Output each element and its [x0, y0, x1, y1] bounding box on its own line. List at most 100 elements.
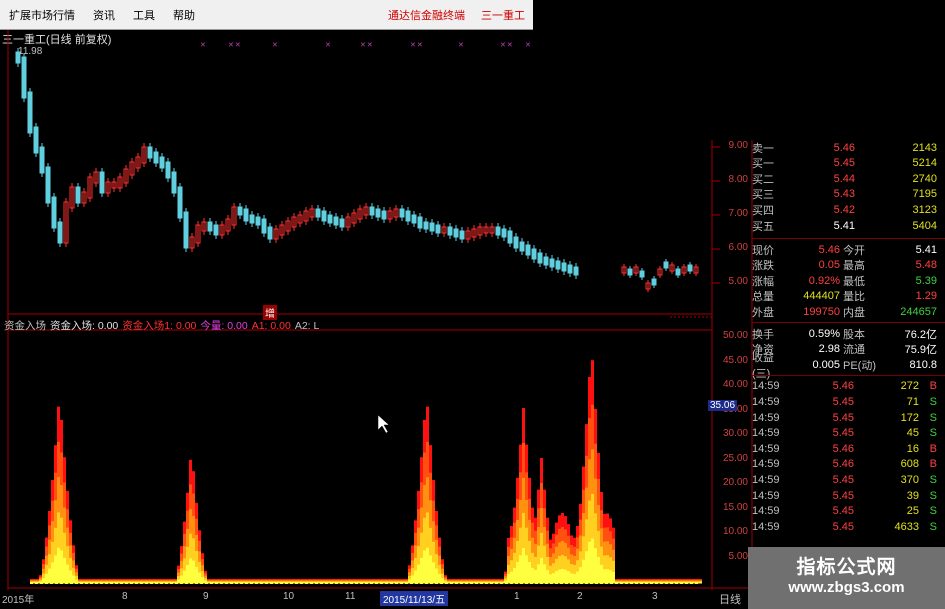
inflow-bar-segment	[183, 546, 186, 559]
inflow-bar-segment	[609, 557, 612, 571]
quote-label: 买五	[752, 220, 774, 233]
period-label[interactable]: 日线	[719, 591, 741, 607]
inflow-bar-segment	[48, 568, 51, 584]
indicator-tick-label: 20.00	[722, 477, 748, 488]
inflow-bar-segment	[570, 544, 573, 555]
stat-label: 换手	[752, 328, 774, 341]
inflow-bar-segment	[588, 376, 591, 419]
inflow-bar-segment	[543, 545, 546, 565]
inflow-bar-segment	[423, 550, 426, 584]
tick-time: 14:59	[752, 520, 780, 533]
watermark-url: www.zbgs3.com	[788, 579, 905, 596]
tick-volume: 16	[906, 442, 919, 455]
inflow-bar-segment	[195, 518, 198, 536]
inflow-bar-segment	[69, 545, 72, 559]
indicator-tick-label: 25.00	[722, 452, 748, 464]
inflow-bar-segment	[537, 526, 540, 547]
inflow-bar-segment	[543, 508, 546, 528]
tick-time: 14:59	[752, 458, 780, 471]
watermark: 指标公式网 www.zbgs3.com	[748, 547, 945, 609]
inflow-bar-segment	[525, 499, 528, 529]
inflow-bar-segment	[507, 555, 510, 566]
inflow-bar-segment	[558, 542, 561, 557]
inflow-bar-segment	[528, 519, 531, 542]
inflow-bar-segment	[570, 573, 573, 584]
cursor-arrow-icon	[377, 414, 390, 434]
inflow-bar-segment	[579, 535, 582, 552]
stat-value: 199750	[803, 305, 840, 318]
candle-body	[543, 256, 549, 266]
separator	[752, 374, 945, 376]
inflow-bar-segment	[72, 567, 75, 576]
indicator-header-item: A2: L	[294, 320, 320, 332]
inflow-bar-segment	[564, 556, 567, 571]
inflow-bar-segment	[516, 498, 519, 521]
inflow-bar-segment	[201, 553, 204, 560]
inflow-bar-segment	[603, 569, 606, 584]
inflow-bar-segment	[426, 512, 429, 549]
inflow-bar-segment	[546, 556, 549, 571]
inflow-bar-segment	[534, 543, 537, 558]
stat-label: 最低	[843, 275, 865, 288]
inflow-bar-segment	[558, 515, 561, 530]
inflow-bar-segment	[69, 520, 72, 534]
inflow-bar-segment	[522, 478, 525, 514]
inflow-bar-segment	[588, 500, 591, 543]
inflow-bar-segment	[60, 419, 63, 453]
inflow-bar-segment	[573, 564, 576, 575]
inflow-bar-segment	[192, 471, 195, 495]
inflow-bar-segment	[195, 550, 198, 568]
inflow-bar-segment	[186, 492, 189, 512]
inflow-bar-segment	[573, 546, 576, 557]
tick-volume: 39	[906, 489, 919, 502]
inflow-bar-segment	[543, 489, 546, 509]
inflow-bar-segment	[414, 545, 417, 559]
inflow-bar-segment	[585, 424, 588, 457]
inflow-bar-segment	[525, 444, 528, 473]
separator	[752, 238, 945, 239]
quote-row: 买五 5.41 5404	[752, 218, 937, 233]
inflow-bar-segment	[63, 482, 66, 509]
inflow-bar-segment	[183, 570, 186, 584]
tick-price: 5.45	[832, 427, 854, 440]
inflow-bar-segment	[426, 547, 429, 584]
candle-body	[411, 214, 417, 224]
inflow-bar-segment	[567, 535, 570, 549]
tick-row: 14:59 5.46 608 B	[752, 457, 937, 472]
inflow-bar-segment	[192, 493, 195, 517]
inflow-bar-segment	[186, 564, 189, 584]
inflow-bar-segment	[516, 519, 519, 542]
inflow-bar-segment	[75, 572, 78, 577]
tick-price: 5.46	[832, 442, 854, 455]
stat-value: 75.9亿	[904, 344, 937, 357]
inflow-bar-segment	[63, 457, 66, 483]
candle-body	[453, 228, 459, 238]
price-tick-label: 5.00	[728, 276, 748, 287]
inflow-bar-segment	[66, 564, 69, 584]
inflow-bar-segment	[48, 510, 51, 526]
inflow-bar-segment	[432, 480, 435, 502]
inflow-bar-segment	[441, 573, 444, 579]
inflow-bar-segment	[507, 537, 510, 548]
inflow-bar-segment	[45, 555, 48, 566]
inflow-bar-segment	[516, 561, 519, 584]
inflow-bar-segment	[519, 555, 522, 584]
candle-body	[687, 264, 693, 272]
tick-volume: 45	[906, 427, 919, 440]
indicator-tick-label: 40.00	[722, 379, 748, 390]
inflow-bar-segment	[546, 530, 549, 545]
inflow-bar-segment	[591, 449, 594, 495]
indicator-header-item: A1: 0.00	[251, 320, 291, 332]
indicator-tick-label: 5.00	[728, 550, 748, 562]
stat-label: 流通	[843, 344, 865, 357]
inflow-bar-segment	[63, 532, 66, 559]
candle-body	[243, 208, 249, 222]
inflow-bar-segment	[564, 516, 567, 531]
tick-row: 14:59 5.45 45 S	[752, 426, 937, 441]
stat-value: 5.48	[915, 259, 937, 272]
inflow-bar-segment	[594, 513, 597, 549]
candle-body	[375, 208, 381, 218]
inflow-bar-segment	[66, 527, 69, 547]
inflow-bar-segment	[534, 569, 537, 584]
inflow-bar-segment	[57, 512, 60, 549]
